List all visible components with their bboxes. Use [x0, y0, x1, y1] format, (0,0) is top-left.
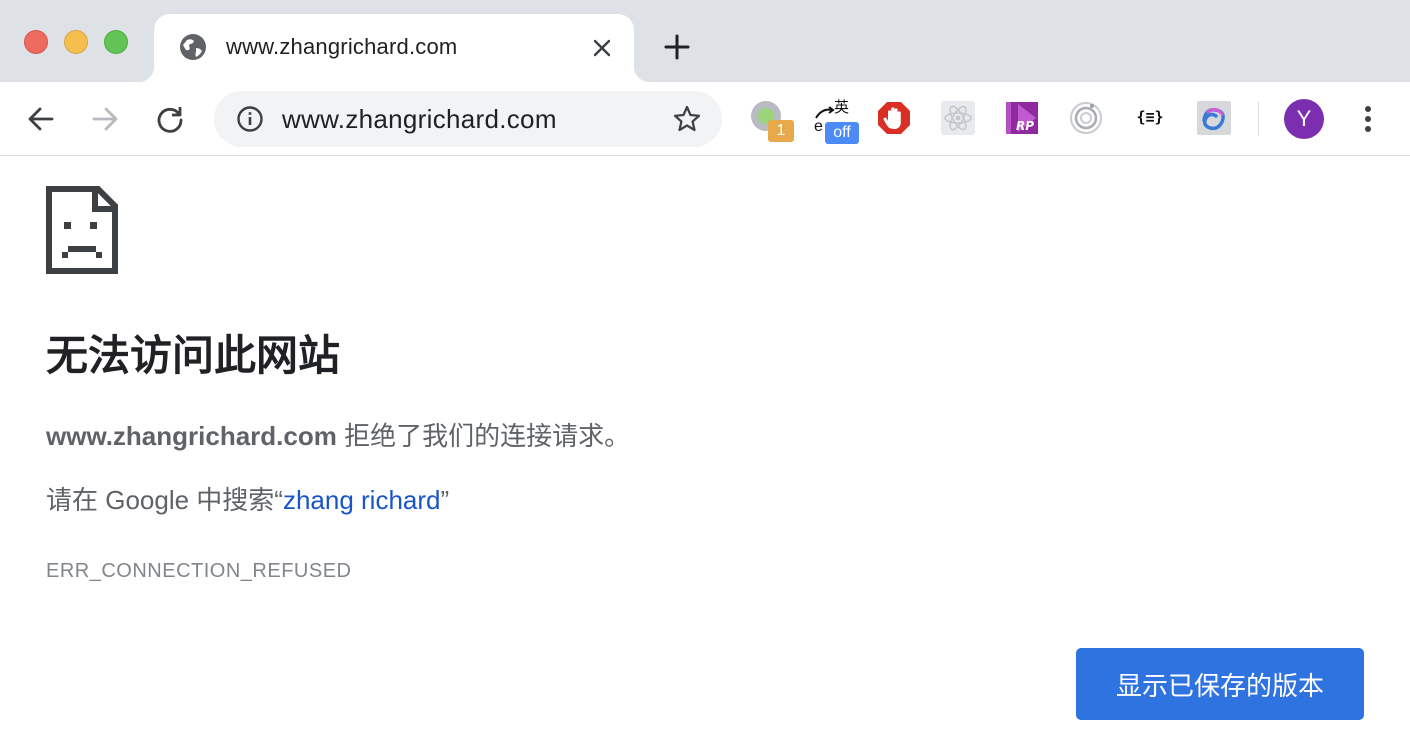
- svg-text:RP: RP: [1016, 119, 1034, 133]
- error-suggestion: 请在 Google 中搜索“zhang richard”: [46, 480, 449, 517]
- close-window-button[interactable]: [24, 30, 48, 54]
- address-bar[interactable]: www.zhangrichard.com: [214, 91, 722, 147]
- suggestion-suffix: ”: [440, 485, 450, 515]
- tab-strip: www.zhangrichard.com: [0, 0, 1410, 82]
- browser-toolbar: www.zhangrichard.com 1 英 e off RP {≡} Y: [0, 82, 1410, 156]
- suggestion-prefix: 请在 Google 中搜索“: [46, 485, 283, 515]
- error-heading: 无法访问此网站: [46, 332, 341, 379]
- google-search-link[interactable]: zhang richard: [283, 485, 441, 515]
- react-atom-icon: [941, 101, 975, 135]
- extension-green-dot-button[interactable]: 1: [748, 100, 794, 142]
- json-braces-icon: {≡}: [1136, 108, 1164, 126]
- zoom-window-button[interactable]: [104, 30, 128, 54]
- extension-adblock-button[interactable]: [876, 100, 912, 136]
- extension-colorful-loop-button[interactable]: [1196, 100, 1232, 136]
- extension-react-devtools-button[interactable]: [940, 100, 976, 136]
- more-vertical-icon[interactable]: [1352, 102, 1384, 136]
- adblock-hand-icon: [878, 102, 910, 134]
- extension-axure-rp-button[interactable]: RP: [1004, 100, 1040, 136]
- profile-avatar[interactable]: Y: [1284, 99, 1324, 139]
- back-arrow-icon[interactable]: [24, 102, 58, 136]
- extension-target-button[interactable]: [1068, 100, 1104, 136]
- translate-glyph-left: e: [814, 118, 823, 135]
- error-host: www.zhangrichard.com: [46, 421, 337, 451]
- error-code: ERR_CONNECTION_REFUSED: [46, 560, 352, 582]
- tab-title: www.zhangrichard.com: [226, 34, 458, 59]
- extension-badge: 1: [768, 120, 794, 142]
- translate-glyph-top: 英: [834, 99, 850, 116]
- new-tab-plus-icon[interactable]: [662, 32, 692, 62]
- show-saved-copy-button[interactable]: 显示已保存的版本: [1076, 648, 1364, 720]
- extension-json-viewer-button[interactable]: {≡}: [1132, 100, 1168, 136]
- error-detail-text: 拒绝了我们的连接请求。: [336, 421, 631, 451]
- bookmark-star-icon[interactable]: [672, 104, 702, 134]
- target-ring-icon: [1070, 102, 1102, 134]
- reload-icon[interactable]: [153, 102, 187, 136]
- error-detail: www.zhangrichard.com 拒绝了我们的连接请求。: [46, 416, 630, 453]
- globe-icon: [180, 34, 206, 60]
- info-icon[interactable]: [236, 105, 264, 133]
- toolbar-separator: [1258, 102, 1259, 136]
- close-tab-icon[interactable]: [590, 36, 614, 60]
- extension-badge: off: [825, 122, 859, 144]
- axure-rp-icon: RP: [1006, 102, 1038, 134]
- colorful-loop-icon: [1197, 101, 1231, 135]
- extension-translate-button[interactable]: 英 e off: [812, 99, 859, 144]
- sad-page-icon: [46, 186, 118, 274]
- forward-arrow-icon[interactable]: [88, 102, 122, 136]
- minimize-window-button[interactable]: [64, 30, 88, 54]
- active-tab[interactable]: www.zhangrichard.com: [138, 14, 650, 82]
- url-text[interactable]: www.zhangrichard.com: [282, 104, 557, 135]
